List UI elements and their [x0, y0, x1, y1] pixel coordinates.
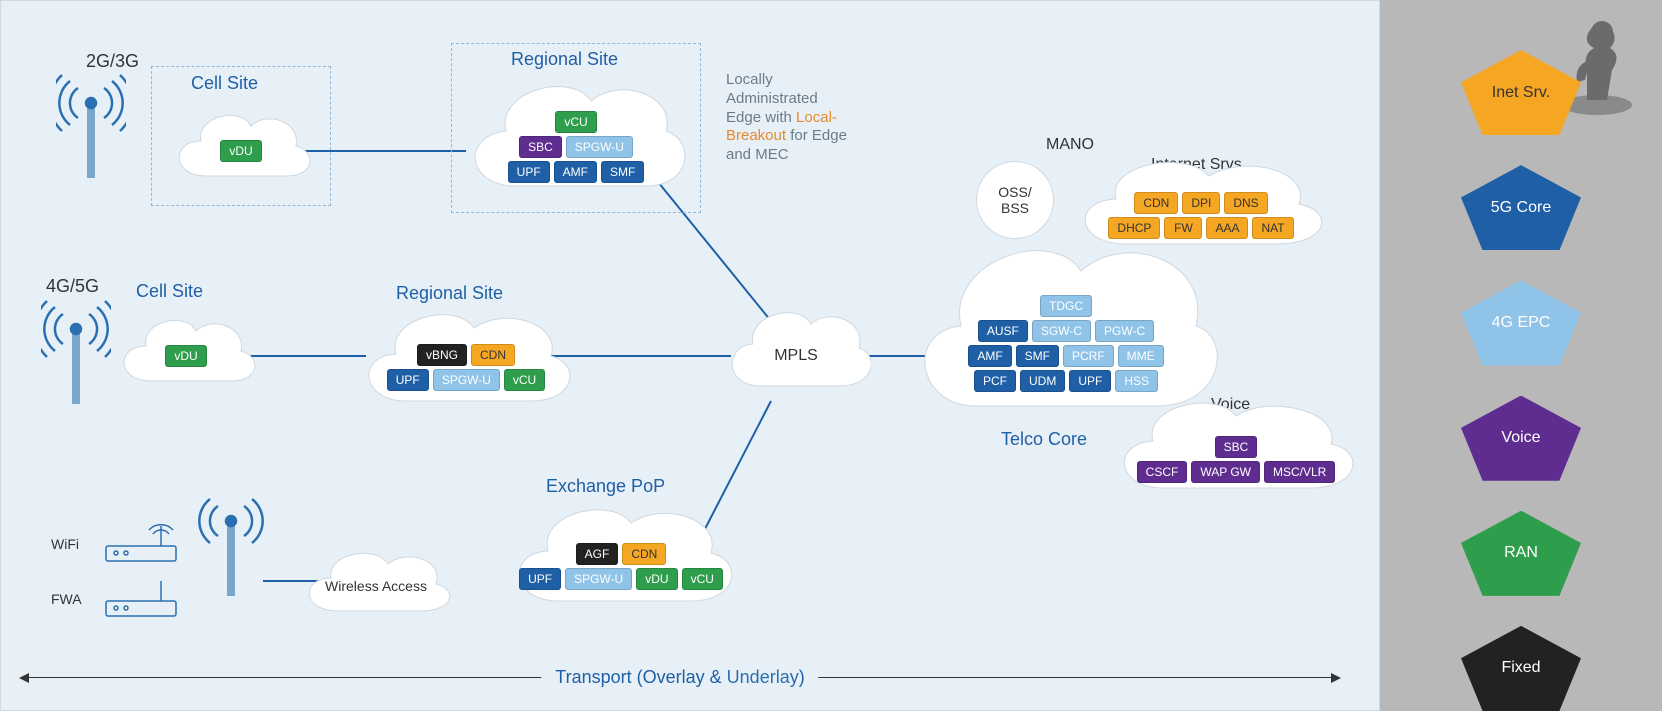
dpi-chip: DPI	[1182, 192, 1220, 214]
transport-underlay: Underlay	[727, 667, 799, 687]
upf-chip: UPF	[508, 161, 550, 183]
agf-chip: AGF	[576, 543, 619, 565]
tdgc-chip: TDGC	[1040, 295, 1092, 317]
vcu-chip: vCU	[555, 111, 596, 133]
wifi-label: WiFi	[51, 536, 79, 552]
legend-ran: RAN	[1461, 511, 1581, 596]
transport-pre: Transport (	[555, 667, 642, 687]
edge-note-l5: and MEC	[726, 146, 789, 163]
wapgw-chip: WAP GW	[1191, 461, 1260, 483]
exchange-pop-title: Exchange PoP	[546, 476, 665, 497]
amf-chip-2: AMF	[968, 345, 1011, 367]
cell-site-title-top: Cell Site	[191, 73, 258, 94]
smf-chip-2: SMF	[1016, 345, 1059, 367]
vdu-chip-3: vDU	[636, 568, 677, 590]
dns-chip: DNS	[1224, 192, 1267, 214]
antenna-icon-3	[196, 491, 266, 606]
legend-voice: Voice	[1461, 396, 1581, 481]
sbc-chip: SBC	[519, 136, 562, 158]
legend-5g-core: 5G Core	[1461, 165, 1581, 250]
transport-post: )	[799, 667, 805, 687]
upf-chip-4: UPF	[1069, 370, 1111, 392]
mpls-cloud: MPLS	[721, 306, 871, 406]
edge-note-l4a: Breakout	[726, 127, 786, 144]
telco-core-title: Telco Core	[1001, 429, 1087, 450]
wireless-access-label: Wireless Access	[325, 578, 427, 594]
edge-note-l3b: Local-	[796, 109, 837, 126]
vcu-chip-3: vCU	[682, 568, 723, 590]
diagram-canvas: 2G/3G Cell Site vDU Regional Site vCU SB…	[0, 0, 1380, 711]
regional-site-title-top: Regional Site	[511, 49, 618, 70]
upf-chip-3: UPF	[519, 568, 561, 590]
access-2g3g-label: 2G/3G	[86, 51, 139, 72]
cell-site-cloud-mid: vDU	[111, 311, 261, 401]
legend-fixed: Fixed	[1461, 626, 1581, 711]
oss-bss-circle: OSS/ BSS	[976, 161, 1054, 239]
wifi-router-icon	[101, 516, 191, 571]
ausf-chip: AUSF	[978, 320, 1028, 342]
transport-bar: Transport (Overlay & Underlay)	[21, 664, 1339, 690]
regional-site-title-mid: Regional Site	[396, 283, 503, 304]
legend-4g-epc: 4G EPC	[1461, 280, 1581, 365]
regional-site-cloud-mid: vBNG CDN UPF SPGW-U vCU	[356, 306, 576, 416]
edge-note-l4b: for Edge	[786, 127, 847, 144]
voice-cloud: SBC CSCF WAP GW MSC/VLR	[1111, 396, 1361, 501]
wireless-access-cloud: Wireless Access	[296, 546, 456, 626]
vbng-chip: vBNG	[417, 344, 467, 366]
pcf-chip: PCF	[974, 370, 1016, 392]
mme-chip: MME	[1118, 345, 1164, 367]
regional-site-cloud-top: vCU SBC SPGW-U UPF AMF SMF	[461, 76, 691, 206]
transport-amp: &	[705, 667, 727, 687]
edge-note-l1: Locally	[726, 71, 773, 88]
antenna-icon-2	[41, 299, 111, 414]
nat-chip: NAT	[1252, 217, 1293, 239]
hss-chip: HSS	[1115, 370, 1158, 392]
sbc-chip-2: SBC	[1215, 436, 1258, 458]
spgwu-chip: SPGW-U	[566, 136, 633, 158]
fwa-label: FWA	[51, 591, 82, 607]
edge-note-l2: Administrated	[726, 90, 818, 107]
vdu-chip-2: vDU	[165, 345, 206, 367]
amf-chip: AMF	[554, 161, 597, 183]
vcu-chip-2: vCU	[504, 369, 545, 391]
cdn-chip: CDN	[471, 344, 515, 366]
edge-note-l3a: Edge with	[726, 109, 796, 126]
mpls-label: MPLS	[774, 347, 818, 365]
vdu-chip: vDU	[220, 140, 261, 162]
udm-chip: UDM	[1020, 370, 1065, 392]
fwa-router-icon	[101, 571, 191, 626]
edge-note: Locally Administrated Edge with Local- B…	[726, 71, 876, 165]
pgwc-chip: PGW-C	[1095, 320, 1154, 342]
cscf-chip: CSCF	[1137, 461, 1188, 483]
cell-site-cloud-top: vDU	[166, 106, 316, 196]
smf-chip: SMF	[601, 161, 644, 183]
mano-label: MANO	[1046, 136, 1094, 154]
legend-panel: Inet Srv. 5G Core 4G EPC Voice RAN Fixed	[1380, 0, 1662, 711]
antenna-icon	[56, 73, 126, 188]
spgwu-chip-2: SPGW-U	[433, 369, 500, 391]
spgwu-chip-3: SPGW-U	[565, 568, 632, 590]
exchange-pop-cloud: AGF CDN UPF SPGW-U vDU vCU	[506, 501, 736, 616]
transport-overlay: Overlay	[643, 667, 705, 687]
mscvlr-chip: MSC/VLR	[1264, 461, 1335, 483]
cdn-chip-2: CDN	[622, 543, 666, 565]
cdn-chip-3: CDN	[1134, 192, 1178, 214]
cell-site-title-mid: Cell Site	[136, 281, 203, 302]
sgwc-chip: SGW-C	[1032, 320, 1091, 342]
pcrf-chip: PCRF	[1063, 345, 1114, 367]
access-4g5g-label: 4G/5G	[46, 276, 99, 297]
upf-chip-2: UPF	[387, 369, 429, 391]
